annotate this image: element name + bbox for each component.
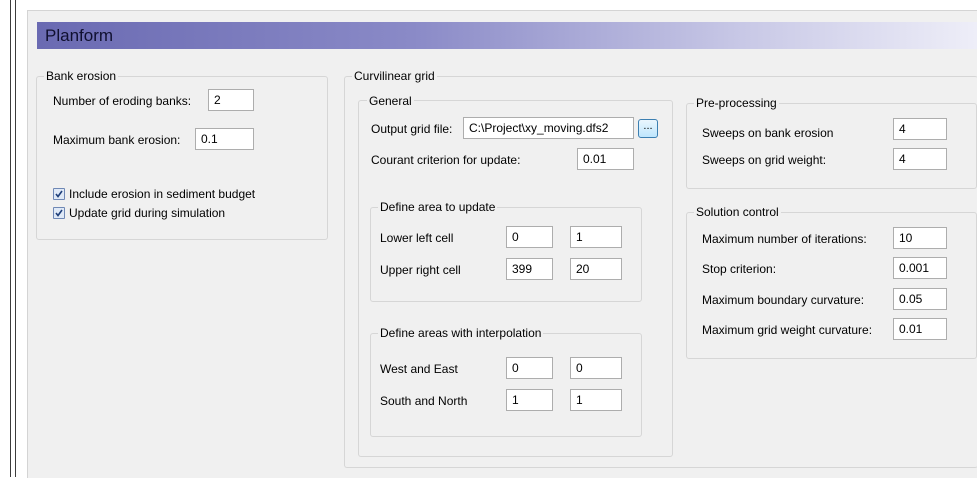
curvilinear-grid-legend: Curvilinear grid — [352, 69, 437, 83]
num-eroding-banks-label: Number of eroding banks: — [53, 94, 192, 108]
bank-erosion-legend: Bank erosion — [44, 69, 119, 83]
update-grid-checkbox[interactable] — [53, 207, 65, 219]
max-boundary-curvature-input[interactable] — [893, 288, 947, 310]
lower-left-cell-y-input[interactable] — [570, 226, 622, 248]
num-eroding-banks-input[interactable] — [208, 89, 254, 111]
browse-button[interactable]: ... — [638, 119, 658, 138]
page-title: Planform — [45, 26, 114, 45]
preprocessing-group — [686, 103, 977, 189]
max-iterations-label: Maximum number of iterations: — [702, 232, 867, 246]
interpolation-legend: Define areas with interpolation — [378, 326, 544, 340]
sweeps-bank-erosion-label: Sweeps on bank erosion — [702, 126, 834, 140]
max-grid-weight-curvature-input[interactable] — [893, 318, 947, 340]
max-grid-weight-curvature-label: Maximum grid weight curvature: — [702, 323, 873, 337]
output-grid-file-label: Output grid file: — [371, 122, 453, 136]
sweeps-grid-weight-label: Sweeps on grid weight: — [702, 153, 827, 167]
lower-left-cell-x-input[interactable] — [506, 226, 553, 248]
stop-criterion-label: Stop criterion: — [702, 262, 777, 276]
south-north-label: South and North — [380, 394, 468, 408]
west-east-label: West and East — [380, 362, 458, 376]
planform-header: Planform — [37, 22, 977, 49]
upper-right-cell-y-input[interactable] — [570, 258, 622, 280]
window-border-left-2 — [15, 0, 16, 477]
define-area-group — [370, 207, 642, 302]
update-grid-label[interactable]: Update grid during simulation — [69, 206, 225, 220]
sweeps-grid-weight-input[interactable] — [893, 148, 947, 170]
max-bank-erosion-label: Maximum bank erosion: — [53, 133, 181, 147]
checkmark-icon — [55, 209, 63, 217]
general-legend: General — [367, 94, 414, 108]
sweeps-bank-erosion-input[interactable] — [893, 118, 947, 140]
upper-right-cell-label: Upper right cell — [380, 263, 461, 277]
include-erosion-label[interactable]: Include erosion in sediment budget — [69, 187, 255, 201]
preprocessing-legend: Pre-processing — [694, 96, 779, 110]
window-border-left-1 — [10, 0, 11, 477]
courant-criterion-label: Courant criterion for update: — [371, 153, 521, 167]
output-grid-file-input[interactable] — [463, 117, 634, 139]
max-bank-erosion-input[interactable] — [195, 128, 254, 150]
west-east-2-input[interactable] — [570, 357, 622, 379]
checkmark-icon — [55, 190, 63, 198]
define-area-legend: Define area to update — [378, 200, 498, 214]
include-erosion-checkbox[interactable] — [53, 188, 65, 200]
max-iterations-input[interactable] — [893, 227, 947, 249]
stop-criterion-input[interactable] — [893, 257, 947, 279]
west-east-1-input[interactable] — [506, 357, 553, 379]
courant-criterion-input[interactable] — [577, 148, 634, 170]
lower-left-cell-label: Lower left cell — [380, 231, 454, 245]
upper-right-cell-x-input[interactable] — [506, 258, 553, 280]
south-north-2-input[interactable] — [570, 389, 622, 411]
interpolation-group — [370, 333, 642, 437]
south-north-1-input[interactable] — [506, 389, 553, 411]
solution-control-legend: Solution control — [694, 205, 781, 219]
max-boundary-curvature-label: Maximum boundary curvature: — [702, 293, 865, 307]
